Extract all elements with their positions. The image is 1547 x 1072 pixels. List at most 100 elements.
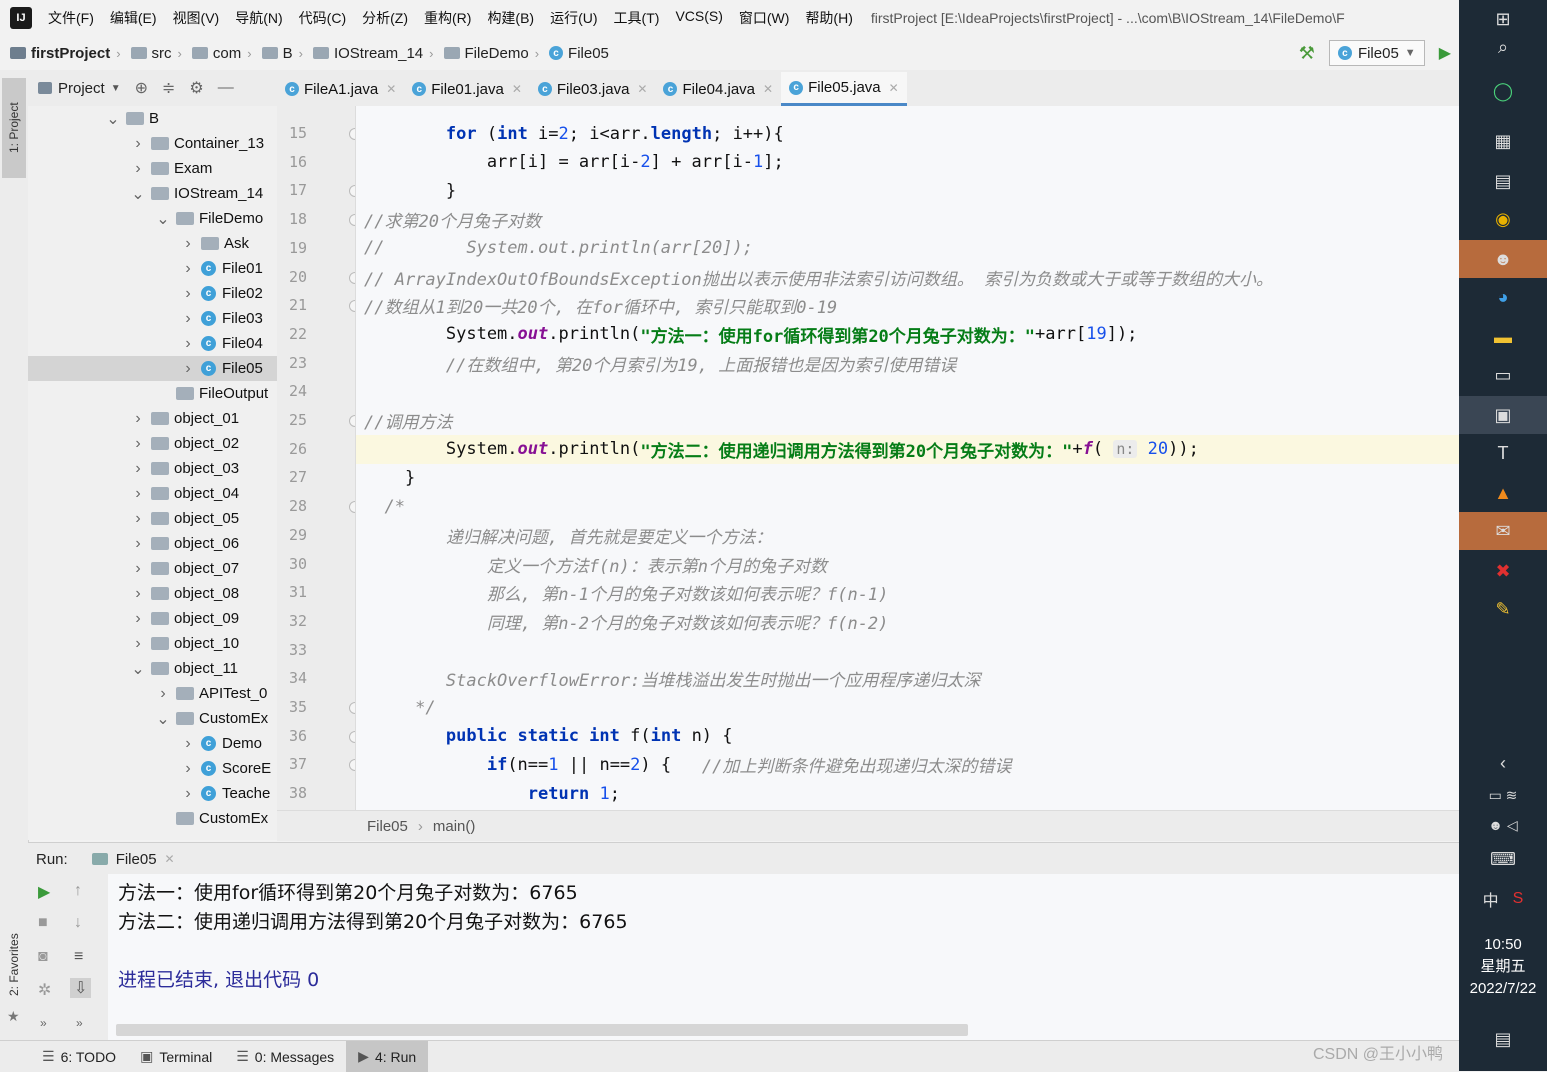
code-line[interactable]: return 1; <box>356 779 1459 808</box>
tree-item[interactable]: › object_09 <box>28 606 277 631</box>
menu-item[interactable]: 重构(R) <box>416 8 479 28</box>
tree-item[interactable]: › Ask <box>28 231 277 256</box>
tree-item[interactable]: › c File02 <box>28 281 277 306</box>
fold-marker-icon[interactable] <box>349 185 355 198</box>
editor-tab[interactable]: c File04.java ✕ <box>655 72 781 106</box>
fold-marker-icon[interactable] <box>349 214 355 227</box>
editor-tab[interactable]: c FileA1.java ✕ <box>277 72 404 106</box>
vlc-icon[interactable]: ▲ <box>1459 474 1547 512</box>
locate-icon[interactable]: ⊕ <box>135 78 148 98</box>
code-line[interactable]: //在数组中, 第20个月索引为19, 上面报错也是因为索引使用错误 <box>356 349 1459 378</box>
code-line[interactable]: 递归解决问题, 首先就是要定义一个方法： <box>356 521 1459 550</box>
intellij-taskbar-icon[interactable]: ▣ <box>1459 396 1547 434</box>
chevron-right-icon[interactable]: › <box>181 735 195 753</box>
run-console[interactable]: 方法一：使用for循环得到第20个月兔子对数为：6765 方法二：使用递归调用方法… <box>108 874 1459 1040</box>
breadcrumb-item[interactable]: firstProject › <box>0 45 121 62</box>
chevron-right-icon[interactable]: › <box>181 285 195 303</box>
favorites-tool-tab[interactable]: 2: Favorites <box>2 920 26 1010</box>
menu-item[interactable]: 视图(V) <box>165 8 228 28</box>
notification-icon[interactable]: ▤ <box>1459 1020 1547 1058</box>
close-icon[interactable]: ✕ <box>637 82 647 96</box>
minimize-icon[interactable]: — <box>218 79 234 97</box>
tree-item[interactable]: › object_06 <box>28 531 277 556</box>
tool-window-button[interactable]: ▣ Terminal <box>128 1041 224 1072</box>
breadcrumb-item[interactable]: src › <box>121 45 182 62</box>
breadcrumb-item[interactable]: FileDemo › <box>434 45 539 62</box>
tree-item[interactable]: FileOutput <box>28 381 277 406</box>
xmind-icon[interactable]: ✖ <box>1459 552 1547 590</box>
chevron-right-icon[interactable]: › <box>181 235 195 253</box>
tree-item[interactable]: › object_10 <box>28 631 277 656</box>
volume-icon[interactable]: ☻ ◁ <box>1459 806 1547 844</box>
tree-item[interactable]: › c Demo <box>28 731 277 756</box>
more-icon[interactable]: » <box>40 1016 47 1030</box>
code-line[interactable]: System. out .println("方法二：使用递归调用方法得到第20个月兔… <box>356 434 1459 464</box>
keyboard-icon[interactable]: ⌨ <box>1459 840 1547 878</box>
tool-window-button[interactable]: ☰ 6: TODO <box>30 1041 128 1072</box>
code-line[interactable]: //调用方法 <box>356 406 1459 435</box>
tree-item[interactable]: › object_03 <box>28 456 277 481</box>
typora-icon[interactable]: T <box>1459 434 1547 472</box>
chevron-right-icon[interactable]: › <box>181 310 195 328</box>
run-tab[interactable]: File05 ✕ <box>91 851 175 868</box>
clock[interactable]: 10:50 星期五 2022/7/22 <box>1459 934 1547 1000</box>
code-line[interactable]: } <box>356 176 1459 205</box>
menu-item[interactable]: 帮助(H) <box>797 8 860 28</box>
tree-item[interactable]: › c Teache <box>28 781 277 806</box>
code-line[interactable]: System. out .println("方法一：使用for循环得到第20个月兔子… <box>356 320 1459 349</box>
ime-indicator[interactable]: 中 S <box>1459 880 1547 918</box>
tree-item[interactable]: › Exam <box>28 156 277 181</box>
chevron-right-icon[interactable]: › <box>131 610 145 628</box>
fold-marker-icon[interactable] <box>349 415 355 427</box>
chevron-down-icon[interactable]: ⌄ <box>131 184 145 204</box>
wechat-icon[interactable]: ✉ <box>1459 512 1547 550</box>
close-icon[interactable]: ✕ <box>165 852 175 866</box>
tree-item[interactable]: ⌄ FileDemo <box>28 206 277 231</box>
fold-marker-icon[interactable] <box>349 702 355 714</box>
tree-item[interactable]: › Container_13 <box>28 131 277 156</box>
code-line[interactable]: for (int i= 2; i<arr. length; i++){ <box>356 119 1459 148</box>
soft-wrap-icon[interactable]: ≡ <box>74 948 83 966</box>
build-hammer-icon[interactable]: ⚒ <box>1299 43 1315 64</box>
menu-item[interactable]: 代码(C) <box>291 8 354 28</box>
exit-icon[interactable]: ✲ <box>38 980 51 1000</box>
breadcrumb-item[interactable]: B › <box>252 45 303 62</box>
edge-icon[interactable]: ◕ <box>1459 278 1547 316</box>
console-horizontal-scrollbar[interactable] <box>116 1024 968 1036</box>
camera-icon[interactable]: ◙ <box>38 948 48 966</box>
chevron-right-icon[interactable]: › <box>181 785 195 803</box>
chevron-right-icon[interactable]: › <box>131 485 145 503</box>
code-line[interactable]: /* <box>356 492 1459 521</box>
code-line[interactable]: 定义一个方法f(n)：表示第n个月的兔子对数 <box>356 550 1459 579</box>
chevron-right-icon[interactable]: › <box>131 135 145 153</box>
down-arrow-icon[interactable]: ↓ <box>74 914 82 932</box>
menu-item[interactable]: 工具(T) <box>606 8 668 28</box>
tree-item[interactable]: › APITest_0 <box>28 681 277 706</box>
chevron-right-icon[interactable]: › <box>181 260 195 278</box>
scroll-end-icon[interactable]: ⇩ <box>70 978 92 998</box>
menu-item[interactable]: 窗口(W) <box>731 8 798 28</box>
chevron-right-icon[interactable]: › <box>131 460 145 478</box>
code-line[interactable]: 同理, 第n-2个月的兔子对数该如何表示呢？f(n-2) <box>356 607 1459 636</box>
code-line[interactable]: } <box>356 463 1459 492</box>
close-icon[interactable]: ✕ <box>763 82 773 96</box>
calculator-icon[interactable]: ▤ <box>1459 162 1547 200</box>
run-config-select[interactable]: c File05 ▼ <box>1328 40 1425 66</box>
code-line[interactable]: 那么, 第n-1个月的兔子对数该如何表示呢？f(n-1) <box>356 578 1459 607</box>
tree-item[interactable]: › object_07 <box>28 556 277 581</box>
app-icon[interactable]: ▦ <box>1459 122 1547 160</box>
tree-item[interactable]: › c File03 <box>28 306 277 331</box>
project-tool-tab[interactable]: 1: Project <box>2 78 26 178</box>
tree-item[interactable]: › object_04 <box>28 481 277 506</box>
fold-marker-icon[interactable] <box>349 271 355 284</box>
run-play-icon[interactable]: ▶ <box>1439 43 1451 63</box>
chevron-right-icon[interactable]: › <box>131 535 145 553</box>
menu-item[interactable]: 编辑(E) <box>102 8 165 28</box>
tree-item[interactable]: ⌄ B <box>28 106 277 131</box>
chevron-right-icon[interactable]: › <box>181 335 195 353</box>
chrome-icon[interactable]: ◉ <box>1459 200 1547 238</box>
more-icon[interactable]: » <box>76 1016 83 1030</box>
code-line[interactable]: // ArrayIndexOutOfBoundsException抛出以表示使用… <box>356 263 1459 292</box>
star-icon[interactable]: ★ <box>7 1008 20 1025</box>
chevron-right-icon[interactable]: › <box>131 435 145 453</box>
